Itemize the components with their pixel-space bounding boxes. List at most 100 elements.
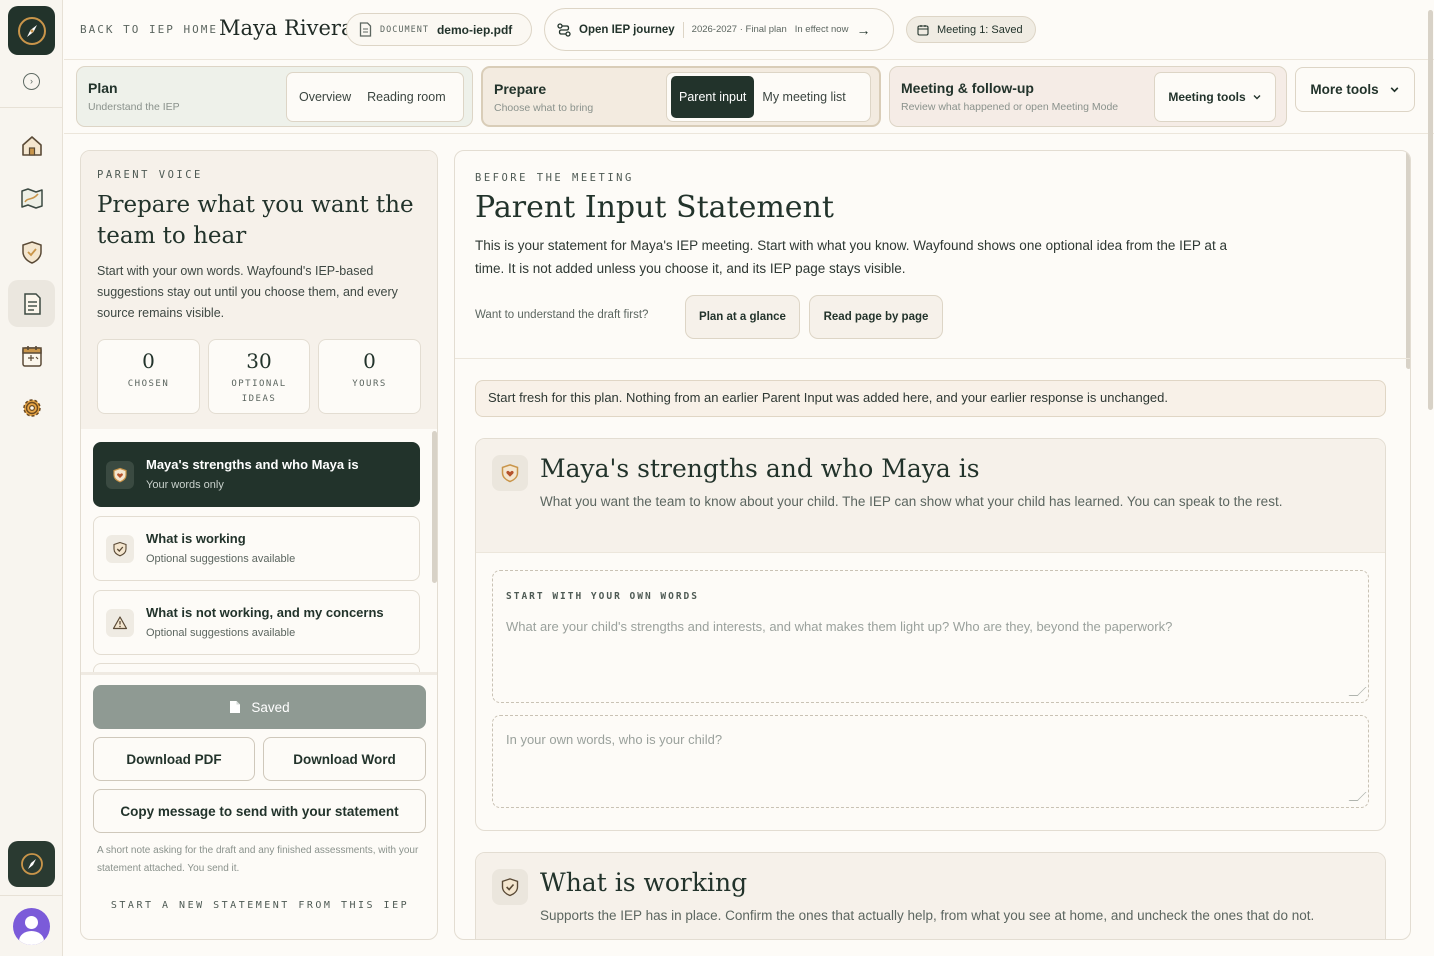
main-eyebrow: BEFORE THE MEETING [475,172,634,184]
rail-item-home[interactable] [8,122,55,169]
back-to-iep-home-link[interactable]: BACK TO IEP HOME [80,23,218,36]
journey-plan-year: 2026-2027 · Final plan [691,24,787,35]
plan-at-a-glance-button[interactable]: Plan at a glance [685,295,800,339]
section-title: What is not working, and my concerns [146,605,384,620]
journey-status: In effect now [794,24,849,35]
panel-eyebrow: PARENT VOICE [97,169,203,181]
section-icon [106,535,134,563]
rail-divider [0,107,63,108]
left-rail: › [0,0,63,956]
section-subtitle: Optional suggestions available [146,627,296,639]
stage-meeting[interactable]: Meeting & follow-up Review what happened… [889,66,1287,127]
meeting-status-text: Meeting 1: Saved [937,23,1023,36]
rail-item-map[interactable] [8,174,55,221]
resize-handle[interactable] [1348,687,1367,696]
stat-label: OPTIONAL IDEAS [231,379,287,404]
card-title: What is working [540,868,748,897]
header-divider [64,133,1434,134]
section-item-concerns[interactable]: What is not working, and my concerns Opt… [93,590,420,655]
home-icon [21,135,42,156]
section-subtitle: Optional suggestions available [146,553,296,565]
more-tools-dropdown[interactable]: More tools [1295,67,1415,112]
copy-message-button[interactable]: Copy message to send with your statement [93,789,426,833]
meeting-tools-label: Meeting tools [1168,90,1246,104]
stat-value: 0 [142,349,155,373]
section-icon [106,461,134,489]
section-item-strengths[interactable]: Maya's strengths and who Maya is Your wo… [93,442,420,507]
stage-plan[interactable]: Plan Understand the IEP Overview Reading… [76,66,473,127]
rail-item-document[interactable] [8,280,55,327]
tab-reading-room[interactable]: Reading room [359,76,454,118]
rail-item-calendar[interactable] [8,332,55,379]
compass-icon [17,16,46,45]
understand-prompt: Want to understand the draft first? [475,309,649,321]
section-title: What is working [146,531,246,546]
strengths-card: Maya's strengths and who Maya is What yo… [475,438,1386,831]
what-is-working-card: What is working Supports the IEP has in … [475,852,1386,939]
document-pill[interactable]: DOCUMENT demo-iep.pdf [346,13,532,46]
panel-title: Prepare what you want the team to hear [97,192,414,249]
section-list-scrollbar[interactable] [432,431,437,583]
document-icon [230,701,241,713]
stage-prepare-subtitle: Choose what to bring [494,102,594,114]
tab-my-meeting-list[interactable]: My meeting list [754,76,853,118]
wayfinder-button[interactable] [8,841,55,887]
start-new-statement-link[interactable]: START A NEW STATEMENT FROM THIS IEP [81,900,437,911]
field-label: START WITH YOUR OWN WORDS [506,591,699,602]
section-icon [106,609,134,637]
download-pdf-button[interactable]: Download PDF [93,737,255,781]
parent-voice-panel: PARENT VOICE Prepare what you want the t… [80,150,438,940]
stat-yours: 0 YOURS [318,339,421,414]
stat-chosen: 0 CHOSEN [97,339,200,414]
gear-icon [22,398,41,417]
warning-icon [112,616,128,630]
chevron-down-icon [1253,95,1261,100]
parent-input-panel: BEFORE THE MEETING Parent Input Statemen… [454,150,1411,940]
open-iep-journey-button[interactable]: Open IEP journey 2026-2027 · Final plan … [544,8,894,51]
read-page-by-page-button[interactable]: Read page by page [809,295,943,339]
card-icon [492,869,528,905]
section-list-divider [81,672,437,675]
rail-item-shield[interactable] [8,228,55,275]
page-title: Parent Input Statement [475,190,834,225]
field-placeholder: What are your child's strengths and inte… [506,619,1173,634]
main-divider [455,358,1410,359]
stage-prepare-title: Prepare [494,81,547,97]
avatar[interactable] [13,908,50,945]
calendar-icon [917,24,929,36]
journey-label: Open IEP journey [579,23,675,36]
map-icon [20,187,43,209]
rail-item-settings[interactable] [8,384,55,431]
download-word-button[interactable]: Download Word [263,737,426,781]
who-is-your-child-textarea[interactable]: In your own words, who is your child? [492,715,1369,808]
check-shield-icon [113,541,127,557]
avatar-body [19,931,44,945]
compass-logo[interactable] [8,6,55,55]
stage-prepare[interactable]: Prepare Choose what to bring Parent inpu… [481,66,881,127]
expand-rail-button[interactable]: › [23,73,40,90]
main-scrollbar[interactable] [1406,151,1410,369]
meeting-status-badge[interactable]: Meeting 1: Saved [906,16,1036,43]
saved-button[interactable]: Saved [93,685,426,729]
panel-description: Start with your own words. Wayfound's IE… [97,264,398,320]
calendar-icon [21,345,42,367]
strengths-textarea[interactable]: START WITH YOUR OWN WORDS What are your … [492,570,1369,703]
card-title: Maya's strengths and who Maya is [540,454,980,483]
copy-message-note: A short note asking for the draft and an… [97,845,419,874]
tab-parent-input[interactable]: Parent input [671,76,755,118]
meeting-tools-dropdown[interactable]: Meeting tools [1154,72,1276,122]
plan-tabs: Overview Reading room [286,72,464,122]
section-item-what-is-working[interactable]: What is working Optional suggestions ava… [93,516,420,581]
stat-optional-ideas: 30 OPTIONAL IDEAS [208,339,310,414]
tab-overview[interactable]: Overview [291,76,359,118]
prepare-tabs: Parent input My meeting list [666,72,871,122]
page-scrollbar[interactable] [1428,10,1433,410]
stage-meeting-subtitle: Review what happened or open Meeting Mod… [901,101,1119,113]
card-icon [492,455,528,491]
resize-handle[interactable] [1348,792,1367,801]
check-shield-icon [501,878,519,897]
route-icon [557,22,571,37]
journey-divider [682,21,684,38]
shield-icon [21,240,42,264]
chevron-down-icon [1390,87,1399,93]
